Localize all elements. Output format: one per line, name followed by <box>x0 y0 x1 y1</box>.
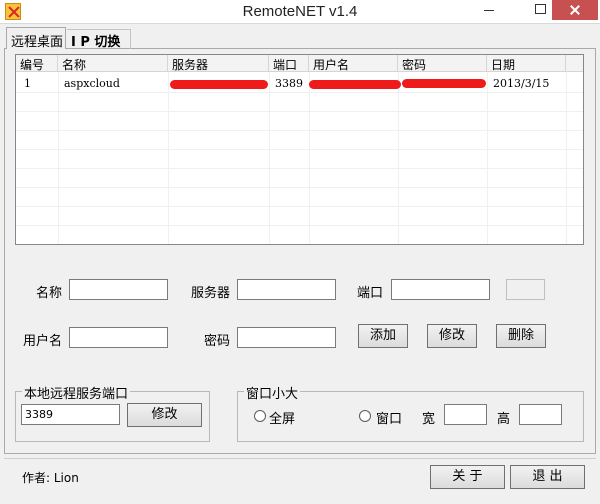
width-label: 宽 <box>422 412 436 427</box>
password-label: 密码 <box>204 334 231 349</box>
local-port-edit-button[interactable]: 修改 <box>127 403 202 427</box>
list-item <box>16 112 583 131</box>
column-port[interactable]: 端口 <box>269 55 309 72</box>
local-port-title: 本地远程服务端口 <box>22 383 131 402</box>
list-header: 编号 名称 服务器 端口 用户名 密码 日期 <box>16 55 583 72</box>
exit-button[interactable]: 退 出 <box>510 465 585 489</box>
cell-name: aspxcloud <box>64 77 120 90</box>
user-input[interactable] <box>69 327 168 348</box>
local-port-input[interactable] <box>21 404 120 425</box>
redacted-server <box>170 80 268 89</box>
column-id[interactable]: 编号 <box>16 55 58 72</box>
add-button[interactable]: 添加 <box>358 324 408 348</box>
height-label: 高 <box>497 412 511 427</box>
column-date[interactable]: 日期 <box>487 55 566 72</box>
minimize-button[interactable] <box>476 0 502 20</box>
column-server[interactable]: 服务器 <box>168 55 269 72</box>
port-input[interactable] <box>391 279 490 300</box>
list-item <box>16 188 583 207</box>
table-row[interactable]: 1 aspxcloud 3389 2013/3/15 <box>16 74 583 93</box>
password-input[interactable] <box>237 327 336 348</box>
list-item <box>16 131 583 150</box>
window-label: 窗口 <box>376 412 403 427</box>
list-item <box>16 169 583 188</box>
tab-ip-switch[interactable]: I P 切换 <box>67 29 131 50</box>
redacted-password <box>402 79 486 88</box>
height-input[interactable] <box>519 404 562 425</box>
list-item <box>16 207 583 226</box>
fullscreen-label: 全屏 <box>269 412 296 427</box>
title-bar: RemoteNET v1.4 <box>0 0 600 24</box>
list-item <box>16 93 583 112</box>
list-item <box>16 226 583 244</box>
server-input[interactable] <box>237 279 336 300</box>
width-input[interactable] <box>444 404 487 425</box>
column-password[interactable]: 密码 <box>398 55 487 72</box>
name-input[interactable] <box>69 279 168 300</box>
cell-port: 3389 <box>275 77 303 90</box>
about-button[interactable]: 关 于 <box>430 465 505 489</box>
window-size-title: 窗口小大 <box>244 383 301 402</box>
cell-id: 1 <box>24 77 31 90</box>
column-name[interactable]: 名称 <box>58 55 168 72</box>
disabled-field <box>506 279 545 300</box>
footer-divider <box>4 458 596 459</box>
user-label: 用户名 <box>23 334 63 349</box>
maximize-button[interactable] <box>527 0 553 20</box>
port-label: 端口 <box>357 286 384 301</box>
close-button[interactable] <box>552 0 598 20</box>
tab-remote-desktop[interactable]: 远程桌面 <box>6 27 66 50</box>
window-radio[interactable] <box>359 410 371 422</box>
server-list[interactable]: 编号 名称 服务器 端口 用户名 密码 日期 1 aspxcloud 3389 … <box>15 54 584 245</box>
author-label: 作者: Lion <box>22 471 79 485</box>
column-user[interactable]: 用户名 <box>309 55 398 72</box>
window-title: RemoteNET v1.4 <box>242 3 358 20</box>
name-label: 名称 <box>36 286 63 301</box>
delete-button[interactable]: 删除 <box>496 324 546 348</box>
edit-button[interactable]: 修改 <box>427 324 477 348</box>
server-label: 服务器 <box>191 286 231 301</box>
redacted-user <box>309 80 401 89</box>
cell-date: 2013/3/15 <box>493 77 550 90</box>
fullscreen-radio[interactable] <box>254 410 266 422</box>
list-item <box>16 150 583 169</box>
column-filler <box>566 55 583 72</box>
